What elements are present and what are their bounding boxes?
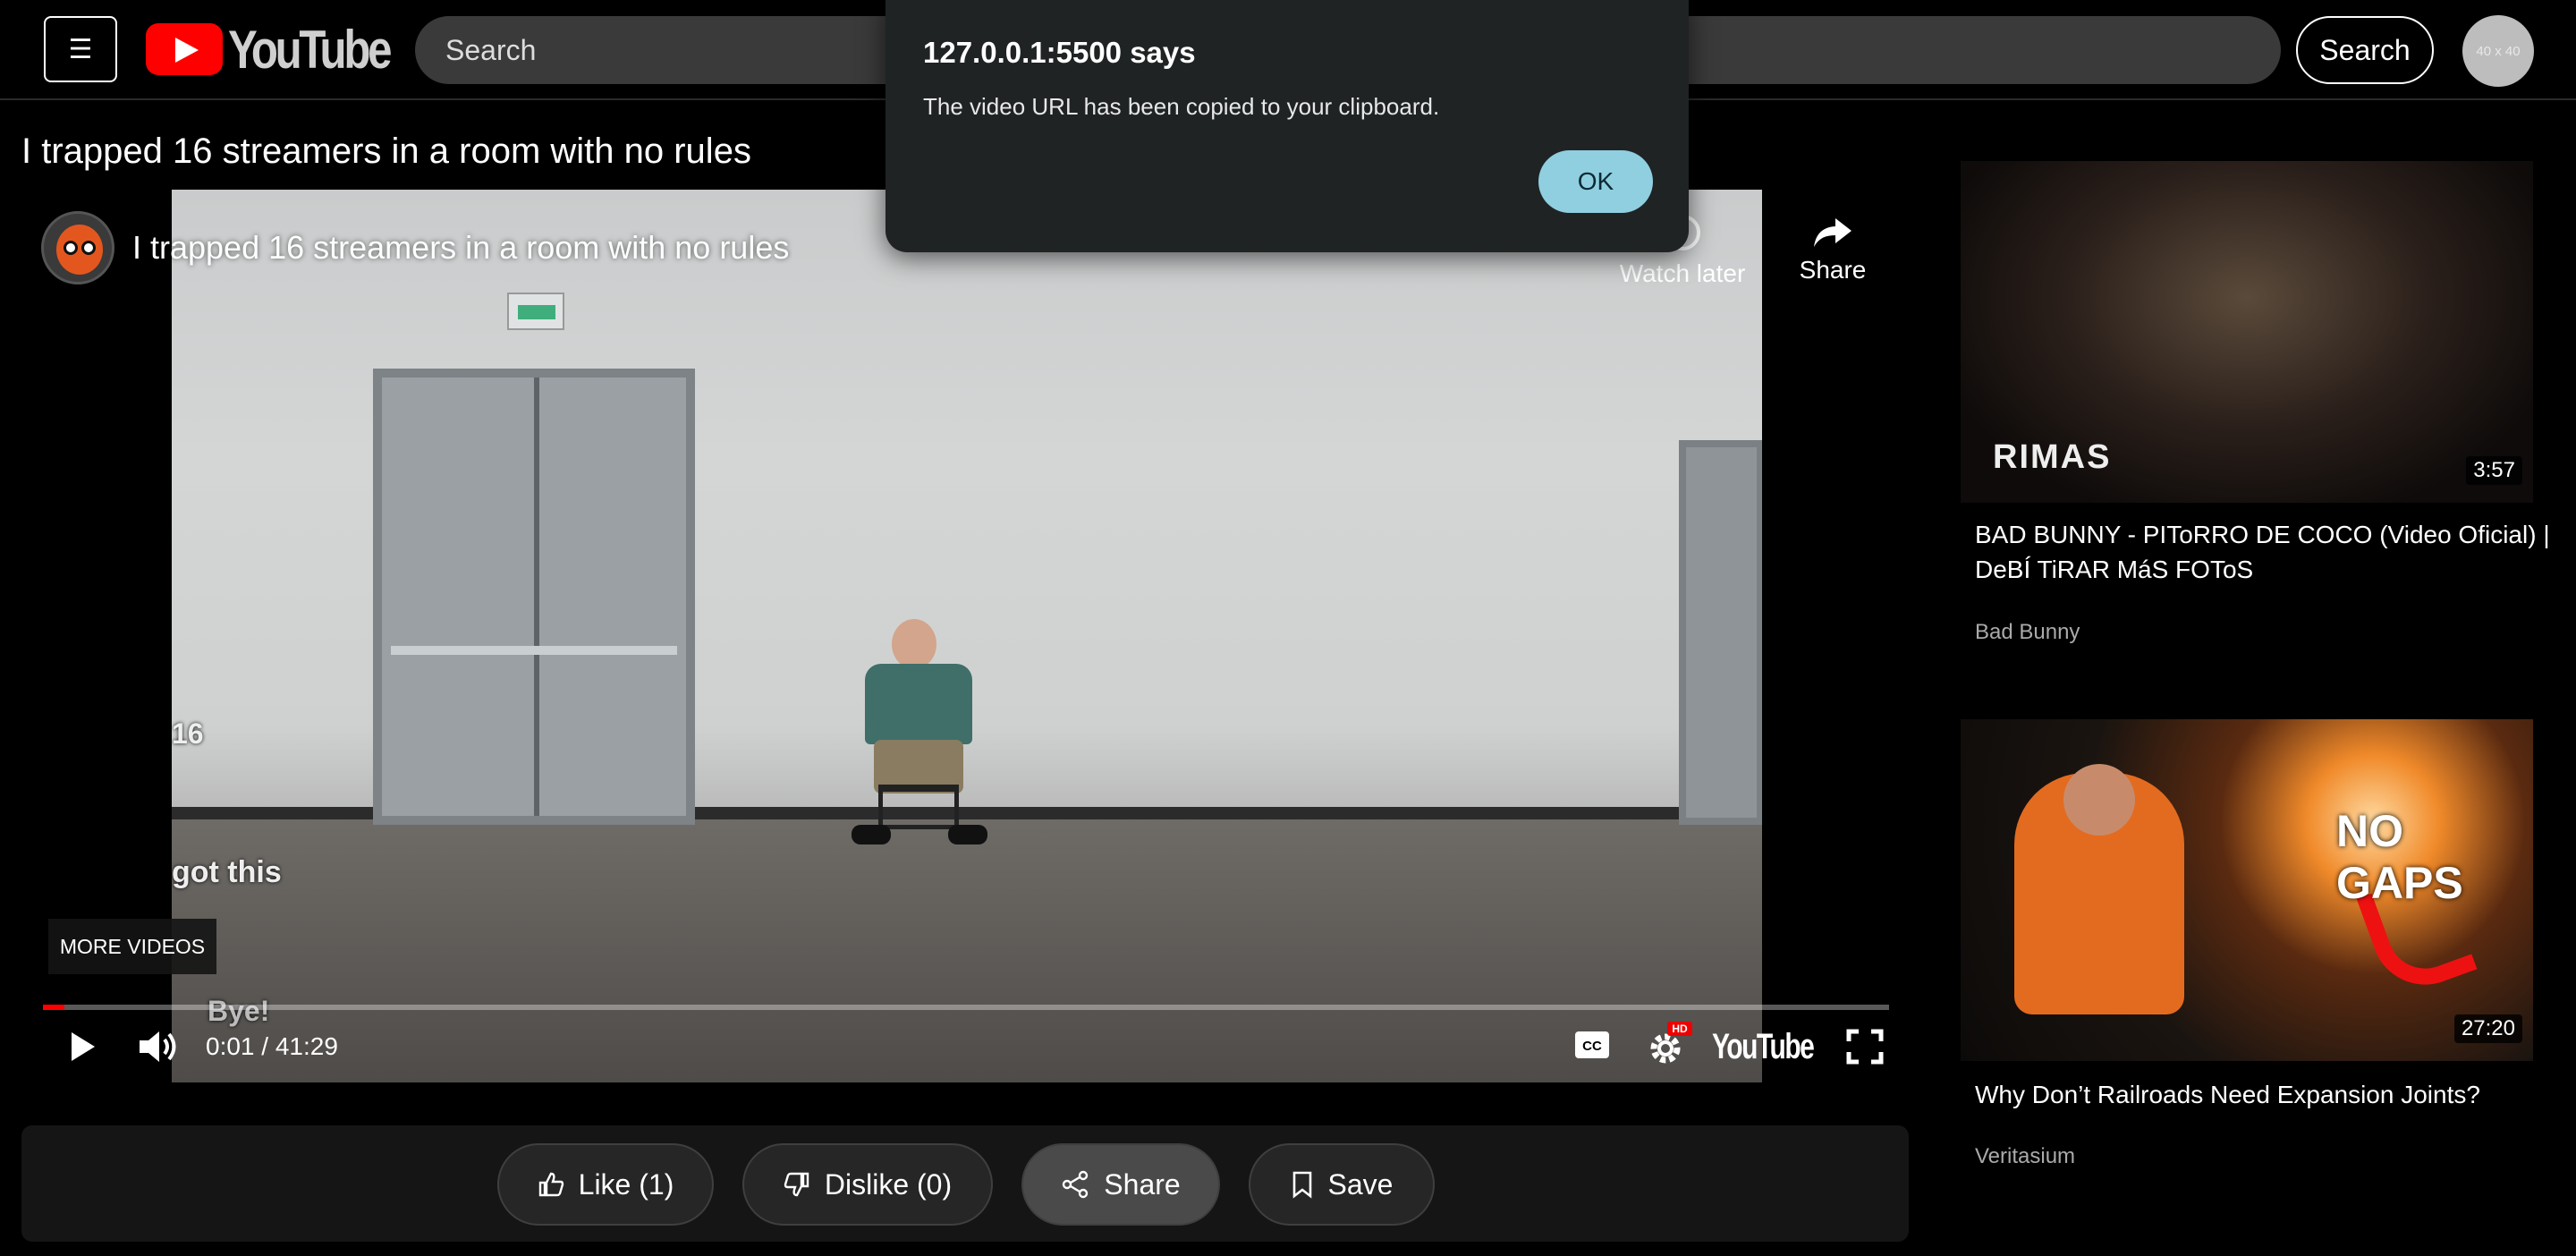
hamburger-menu-button[interactable]: ☰	[44, 16, 117, 82]
duration-badge: 3:57	[2466, 456, 2522, 485]
dialog-title: 127.0.0.1:5500 says	[923, 36, 1196, 69]
video-title[interactable]: Why Don’t Railroads Need Expansion Joint…	[1975, 1077, 2556, 1112]
channel-name[interactable]: Veritasium	[1975, 1144, 2075, 1169]
dislike-button[interactable]: Dislike (0)	[742, 1143, 993, 1226]
avatar[interactable]: 40 x 40	[2462, 15, 2534, 87]
like-button[interactable]: Like (1)	[497, 1143, 714, 1226]
side-door	[1679, 440, 1762, 825]
search-button[interactable]: Search	[2296, 16, 2434, 84]
share-button[interactable]: Share	[1021, 1143, 1220, 1226]
video-thumbnail[interactable]: NO GAPS 27:20	[1961, 719, 2533, 1061]
bookmark-icon	[1292, 1171, 1311, 1199]
overlay-caption-bye: Bye!	[208, 995, 270, 1027]
svg-text:CC: CC	[1582, 1039, 1602, 1054]
action-bar: Like (1) Dislike (0) Share Save	[21, 1125, 1909, 1242]
thumbnail-text: RIMAS	[1993, 438, 2112, 476]
save-button[interactable]: Save	[1249, 1143, 1435, 1226]
alert-dialog: 127.0.0.1:5500 says The video URL has be…	[886, 0, 1689, 252]
dislike-label: Dislike (0)	[824, 1167, 953, 1201]
video-frame	[172, 190, 1762, 1082]
page-title: I trapped 16 streamers in a room with no…	[21, 132, 751, 171]
captions-icon[interactable]: CC	[1574, 1031, 1610, 1059]
progress-fill	[43, 1005, 64, 1010]
duration-badge: 27:20	[2453, 1014, 2522, 1043]
video-thumbnail[interactable]: RIMAS 3:57	[1961, 161, 2533, 503]
player-share-button[interactable]: Share	[1779, 215, 1886, 284]
menu-icon: ☰	[68, 34, 93, 64]
overlay-caption: got this	[172, 855, 282, 889]
dialog-message: The video URL has been copied to your cl…	[923, 93, 1440, 120]
overlay-counter: 16	[172, 717, 204, 750]
youtube-wordmark[interactable]: YouTube	[1712, 1027, 1815, 1067]
player-share-label: Share	[1799, 256, 1867, 284]
fullscreen-icon[interactable]	[1846, 1029, 1884, 1065]
play-icon[interactable]	[63, 1027, 102, 1066]
thumbs-up-icon	[538, 1172, 564, 1197]
hd-badge: HD	[1667, 1022, 1692, 1036]
double-doors	[373, 369, 695, 825]
progress-bar[interactable]	[43, 1005, 1889, 1010]
channel-name[interactable]: Bad Bunny	[1975, 620, 2080, 645]
save-label: Save	[1327, 1167, 1394, 1201]
logo-text: YouTube	[228, 19, 392, 80]
time-display: 0:01 / 41:29	[206, 1032, 338, 1060]
thumbs-down-icon	[784, 1172, 809, 1197]
share-arrow-icon	[1814, 218, 1852, 247]
seated-person	[843, 619, 995, 844]
youtube-logo[interactable]: YouTube	[146, 20, 425, 80]
more-videos-button[interactable]: MORE VIDEOS	[48, 919, 216, 974]
floor	[172, 816, 1762, 1082]
video-title[interactable]: BAD BUNNY - PIToRRO DE COCO (Video Ofici…	[1975, 517, 2556, 587]
ok-button[interactable]: OK	[1538, 150, 1653, 213]
share-label: Share	[1104, 1167, 1181, 1201]
like-label: Like (1)	[578, 1167, 674, 1201]
thumbnail-text: NO GAPS	[2336, 806, 2463, 908]
video-player[interactable]: I trapped 16 streamers in a room with no…	[21, 190, 1889, 1082]
share-icon	[1063, 1170, 1089, 1199]
youtube-play-icon	[146, 23, 223, 75]
channel-avatar[interactable]	[41, 211, 114, 284]
worker-figure	[2014, 764, 2184, 1014]
watch-later-label: Watch later	[1619, 259, 1746, 287]
player-title[interactable]: I trapped 16 streamers in a room with no…	[132, 229, 789, 267]
exit-sign	[507, 293, 564, 330]
volume-icon[interactable]	[136, 1027, 182, 1066]
